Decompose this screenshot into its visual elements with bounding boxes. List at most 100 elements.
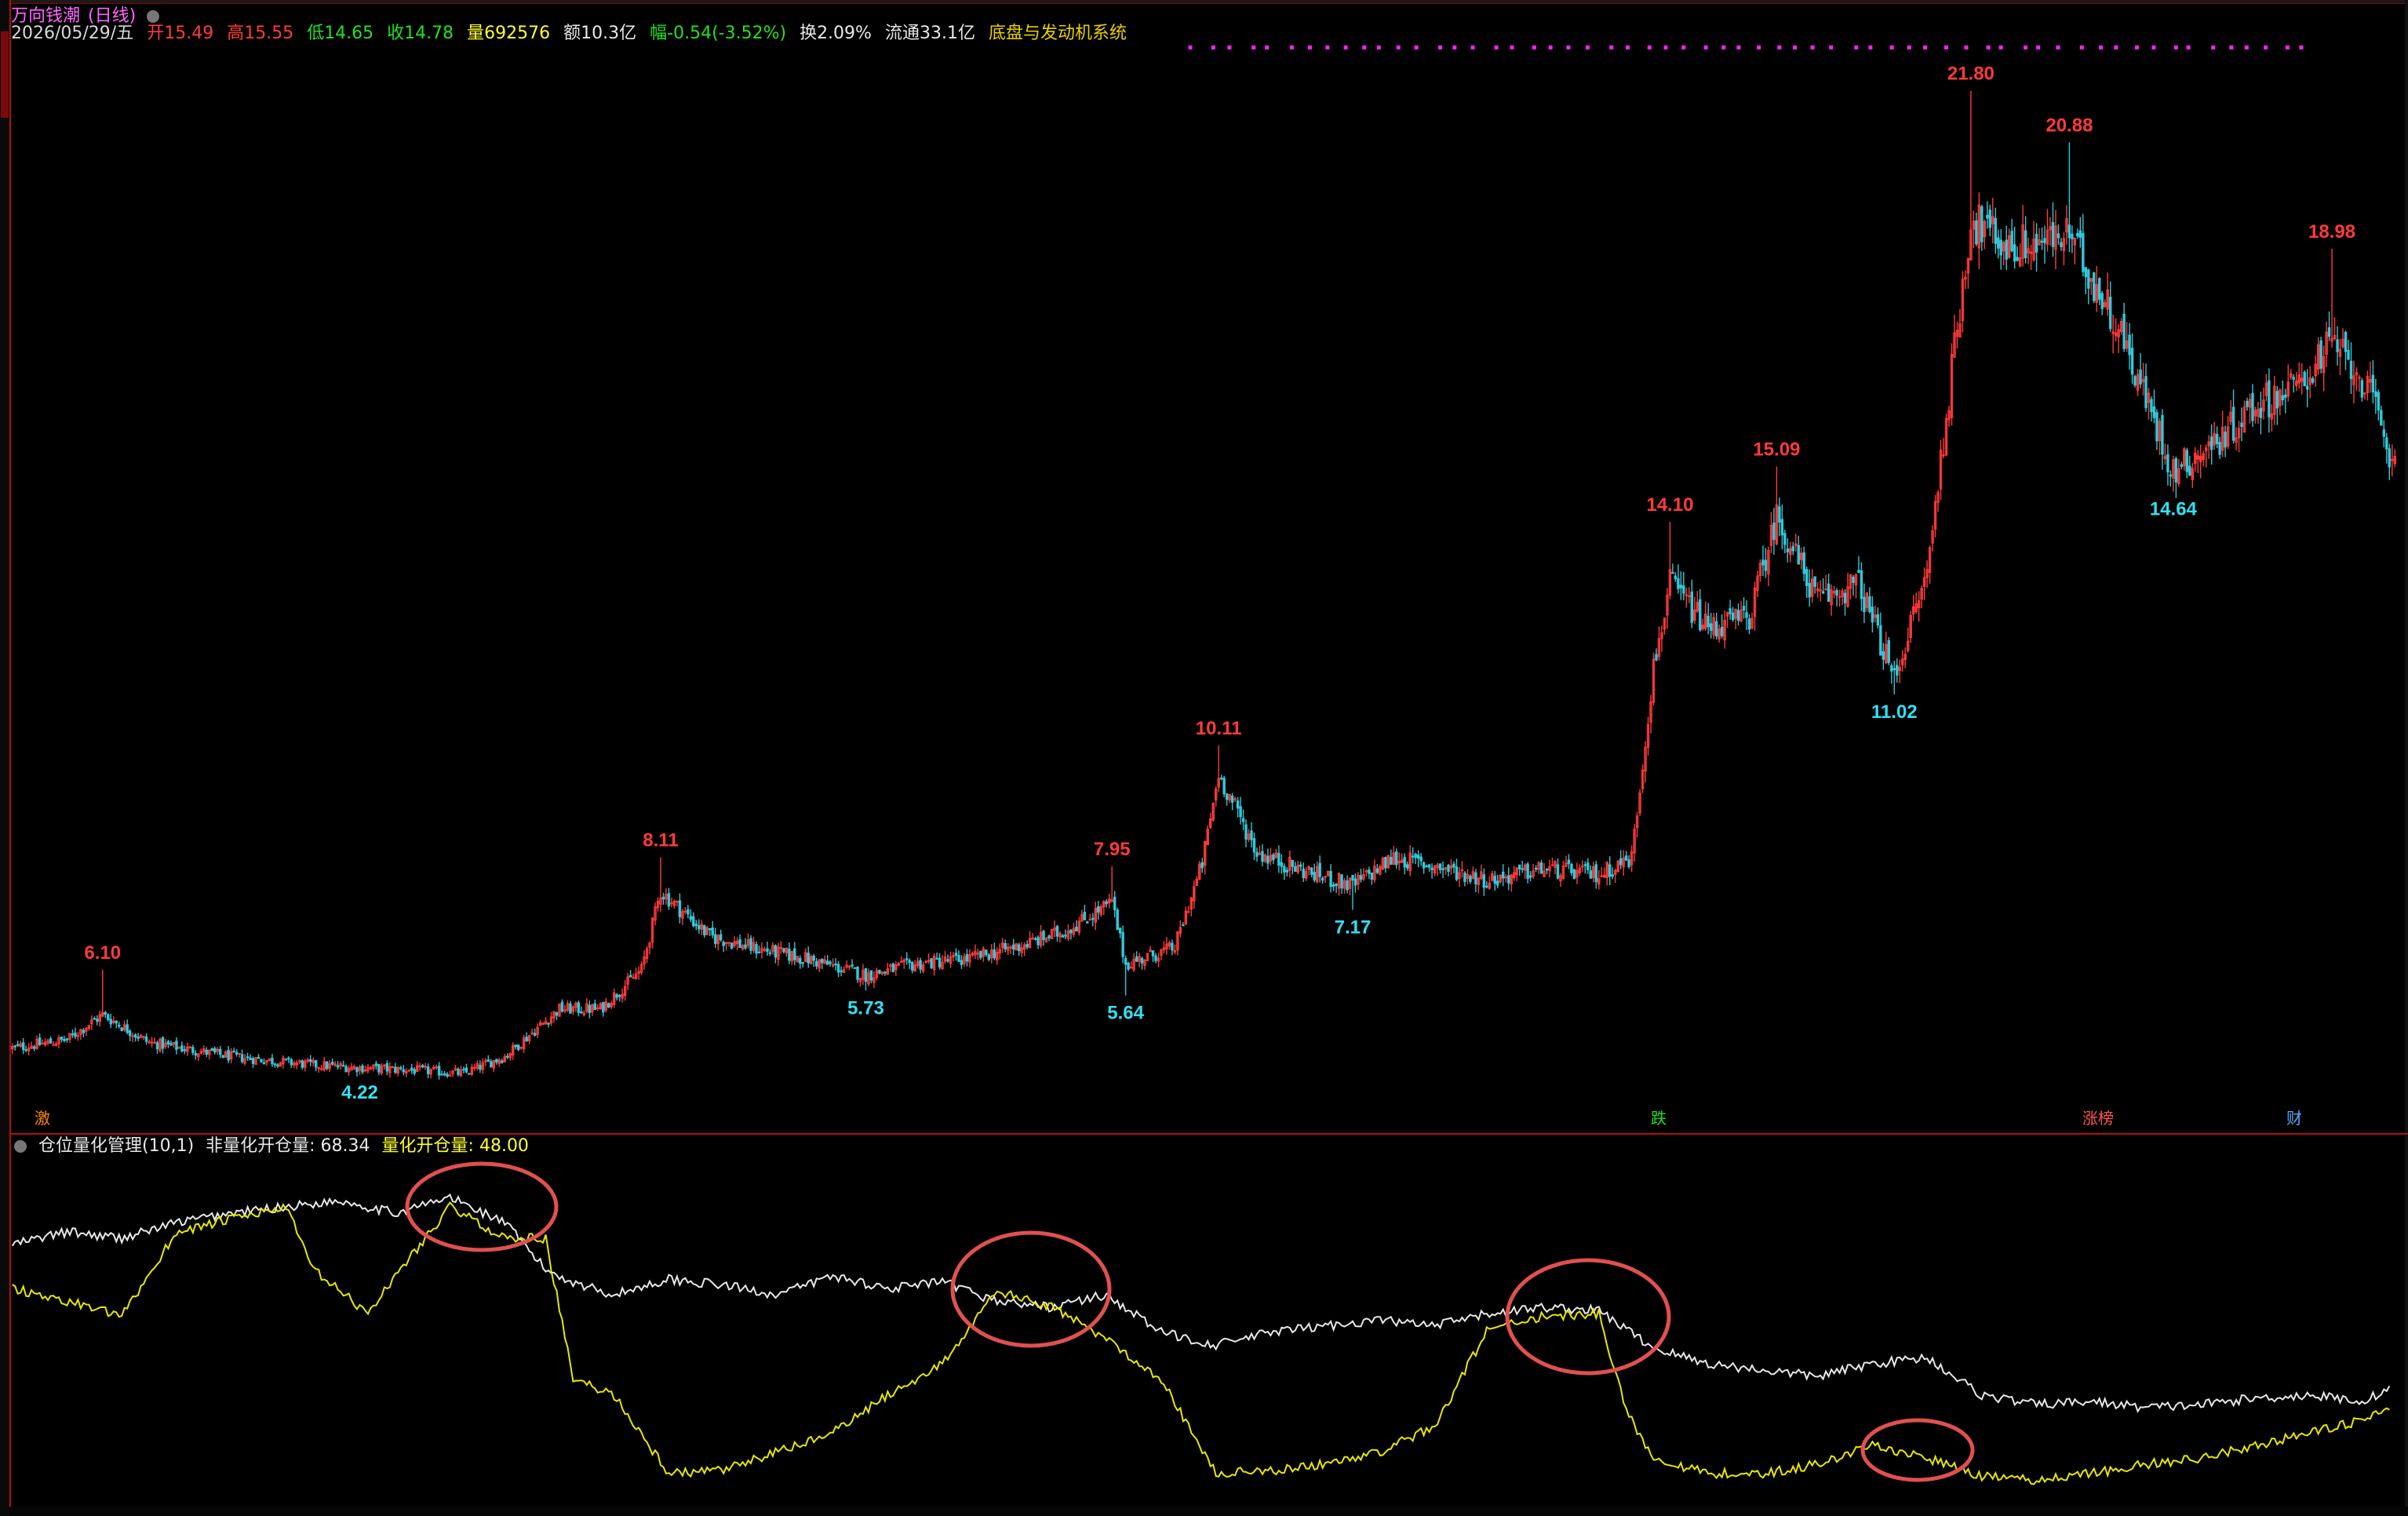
candle-body	[985, 949, 988, 956]
candle-body	[506, 1055, 509, 1058]
candle-body	[749, 938, 752, 951]
candle-body	[257, 1056, 260, 1059]
candle-body	[13, 1045, 16, 1048]
candle-body	[1572, 869, 1576, 880]
candle-body	[109, 1019, 112, 1025]
candle-body	[218, 1048, 222, 1055]
left-side-tab-bar[interactable]	[0, 0, 11, 1516]
signal-dot	[2036, 46, 2041, 49]
candle-body	[1447, 865, 1450, 873]
candle-body	[766, 948, 769, 953]
candle-body	[1589, 870, 1593, 879]
candle-body	[1827, 583, 1831, 602]
candle-body	[938, 957, 942, 968]
candle-body	[1113, 896, 1117, 910]
candle-body	[191, 1047, 195, 1054]
candle-body	[569, 1003, 572, 1014]
position-indicator-chart[interactable]	[11, 1160, 2396, 1505]
low-price-label: 14.64	[2150, 499, 2198, 520]
signal-dot	[2056, 46, 2060, 49]
candle-body	[2040, 240, 2044, 243]
candle-body	[413, 1069, 416, 1074]
candle-body	[891, 963, 895, 973]
candle-body	[1587, 862, 1590, 870]
candle-body	[2133, 376, 2137, 386]
nonquant-line	[11, 1193, 2391, 1413]
signal-dot	[1889, 46, 1894, 49]
candle-body	[1299, 864, 1302, 867]
candle-body	[2108, 297, 2112, 330]
candle-body	[180, 1045, 184, 1051]
candle-body	[1893, 668, 1896, 671]
signal-dot	[1438, 46, 1443, 49]
candle-body	[1280, 862, 1284, 867]
high-price-label: 6.10	[84, 942, 121, 964]
candle-body	[1736, 610, 1740, 621]
candle-body	[213, 1048, 217, 1053]
candle-body	[667, 893, 671, 907]
candle-body	[2360, 380, 2364, 398]
candle-body	[2268, 380, 2271, 417]
candle-body	[774, 945, 778, 958]
candle-body	[437, 1066, 441, 1076]
candle-body	[1772, 522, 1776, 541]
signal-dot	[1944, 46, 1949, 49]
candle-body	[1425, 866, 1428, 868]
candle-body	[820, 958, 824, 964]
candle-body	[1370, 872, 1374, 880]
signal-dot	[1510, 46, 1514, 49]
candle-body	[1047, 935, 1051, 938]
date-axis-strip[interactable]	[9, 1507, 2408, 1516]
signal-dot	[1647, 46, 1652, 49]
candle-body	[1556, 864, 1560, 879]
settings-circle-icon[interactable]	[147, 10, 160, 23]
candle-series	[11, 90, 2396, 1080]
indicator-settings-icon[interactable]	[14, 1140, 27, 1153]
candle-body	[2349, 360, 2353, 379]
candle-body	[2161, 414, 2164, 455]
candle-body	[1135, 956, 1138, 962]
signal-dot	[1265, 46, 1270, 49]
candle-body	[1999, 239, 2002, 256]
signal-dot	[2134, 46, 2139, 49]
candle-body	[2169, 474, 2173, 477]
candle-body	[1069, 929, 1073, 934]
indicator-lines	[11, 1193, 2391, 1485]
candle-body	[2305, 385, 2309, 390]
high-price-label: 14.10	[1646, 494, 1693, 516]
candle-body	[287, 1057, 290, 1060]
candle-body	[205, 1049, 208, 1055]
candle-body	[2292, 377, 2295, 380]
signal-dot	[1585, 46, 1590, 49]
candle-body	[440, 1073, 443, 1076]
candle-body	[692, 916, 695, 927]
signal-dot	[1854, 46, 1859, 49]
candle-body	[1729, 608, 1732, 614]
candle-body	[221, 1055, 224, 1058]
candle-body	[1986, 214, 1989, 219]
event-marker: 涨榜	[2082, 1109, 2114, 1128]
candle-body	[678, 900, 682, 917]
candle-body	[1674, 575, 1678, 580]
candle-body	[1882, 650, 1885, 660]
candle-body	[251, 1058, 255, 1064]
candle-body	[1011, 944, 1015, 950]
candle-body	[1761, 559, 1765, 566]
candle-body	[807, 953, 810, 964]
candle-body	[1813, 576, 1816, 587]
candle-body	[2084, 267, 2088, 278]
candle-body	[137, 1037, 140, 1039]
candle-body	[1406, 864, 1409, 869]
candle-body	[1852, 576, 1855, 583]
candle-body	[1731, 612, 1735, 621]
signal-dot	[1721, 46, 1726, 49]
high-price-label: 10.11	[1196, 718, 1242, 739]
candlestick-chart[interactable]: 6.10 8.11 7.95 10.11 14.10 15.09 21.80 20.88 18.…	[11, 31, 2396, 1130]
candle-body	[1988, 210, 1992, 228]
signal-dot	[2285, 46, 2290, 49]
indicator-name[interactable]: 仓位量化管理(10,1)	[38, 1136, 194, 1156]
candle-body	[1390, 857, 1393, 865]
candle-body	[908, 960, 911, 964]
side-tab-active[interactable]	[1, 31, 9, 118]
candle-body	[722, 942, 725, 946]
